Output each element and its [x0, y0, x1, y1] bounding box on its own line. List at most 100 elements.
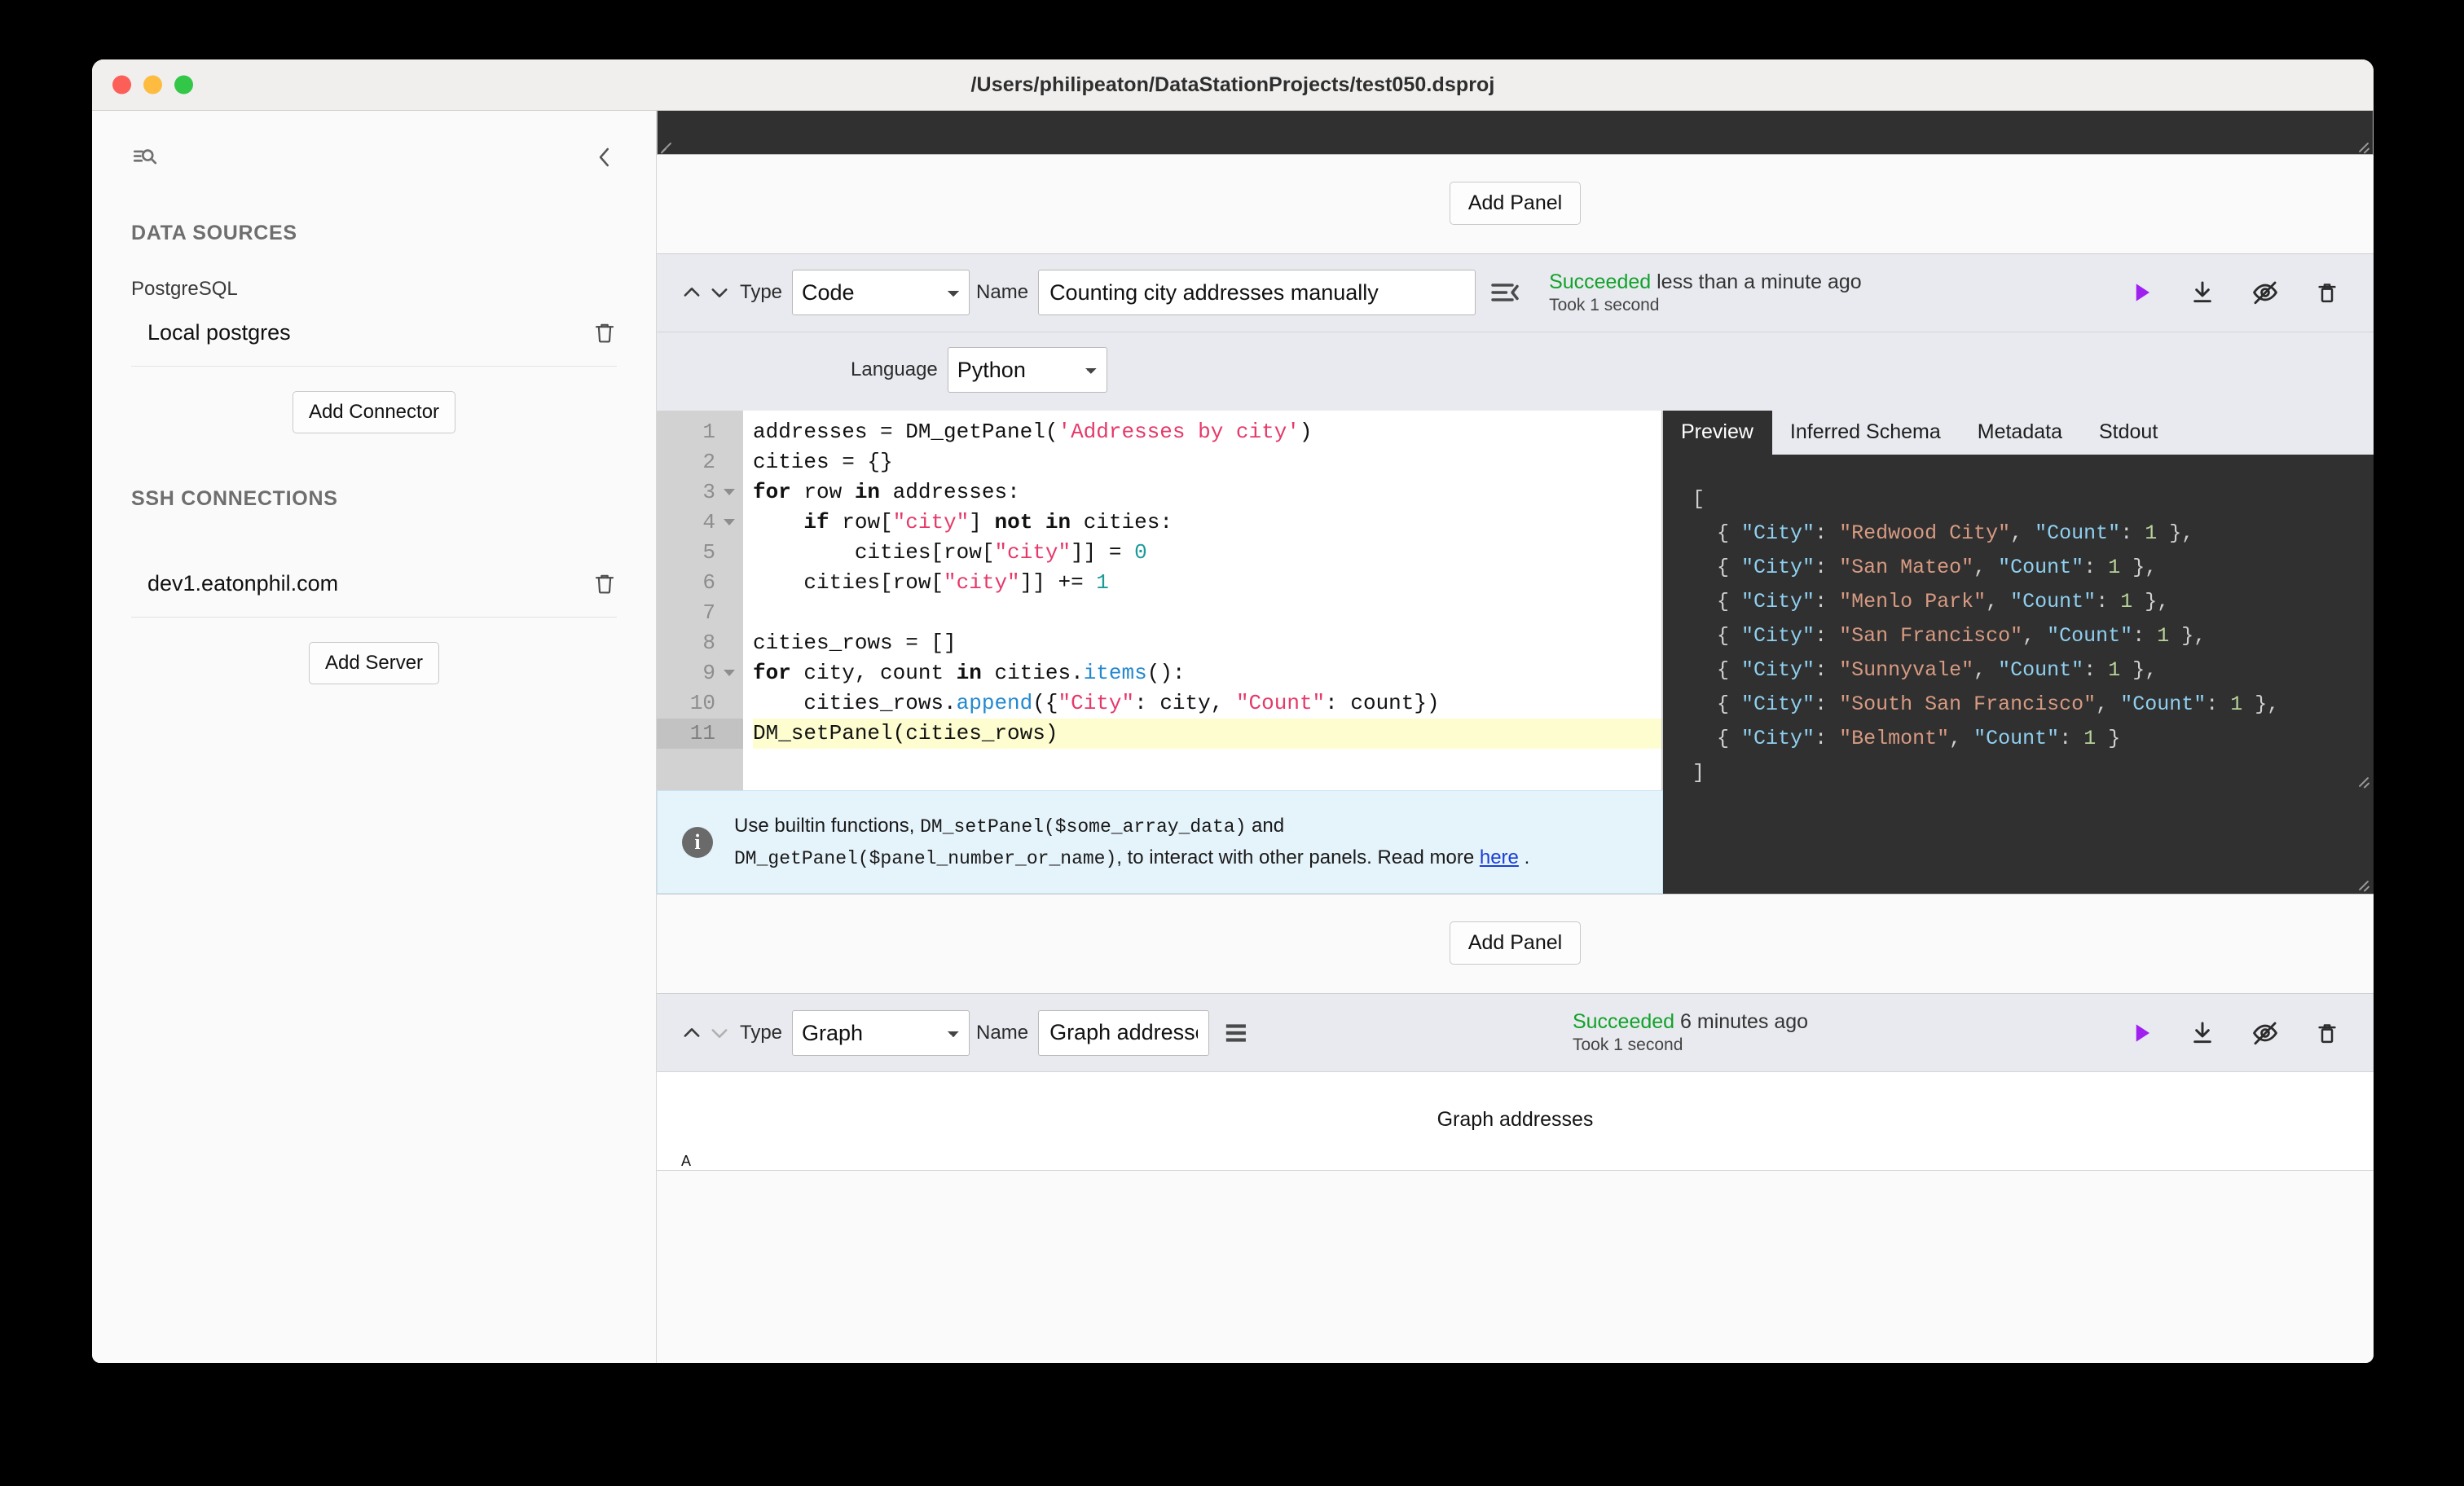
info-text: Use builtin functions, DM_setPanel($some… — [734, 811, 1529, 873]
tab-preview[interactable]: Preview — [1663, 410, 1772, 455]
eye-off-icon[interactable] — [2251, 279, 2279, 306]
status-badge: Succeeded — [1549, 270, 1652, 293]
panel-language-row: Language PythonJavaScriptRubyRJuliaSQL — [657, 332, 2374, 411]
info-mid: and — [1246, 814, 1285, 837]
add-server-wrap: Add Server — [131, 642, 617, 684]
traffic-lights — [112, 75, 193, 95]
window-body: DATA SOURCES PostgreSQL Local postgres A… — [92, 111, 2374, 1363]
eye-off-icon[interactable] — [2251, 1019, 2279, 1047]
trash-icon[interactable] — [2315, 1019, 2339, 1047]
tab-inferred-schema[interactable]: Inferred Schema — [1772, 411, 1960, 455]
add-panel-button[interactable]: Add Panel — [1449, 921, 1582, 965]
sidebar-item-dev1-eatonphil-com[interactable]: dev1.eatonphil.com — [131, 552, 617, 618]
window-titlebar: /Users/philipeaton/DataStationProjects/t… — [92, 59, 2374, 111]
chart-y-tick: A — [681, 1153, 692, 1170]
minimize-button[interactable] — [143, 75, 162, 95]
code-line: addresses = DM_getPanel('Addresses by ci… — [753, 419, 1313, 444]
result-tabs: Preview Inferred Schema Metadata Stdout — [1663, 410, 2374, 455]
graph-output: Graph addresses A — [657, 1072, 2374, 1171]
chevron-left-icon[interactable] — [592, 143, 617, 171]
line-number: 8 — [702, 630, 715, 655]
code-line: for city, count in cities.items(): — [753, 660, 1186, 685]
maximize-button[interactable] — [174, 75, 193, 95]
language-select[interactable]: PythonJavaScriptRubyRJuliaSQL — [947, 346, 1107, 393]
play-icon[interactable] — [2129, 1019, 2154, 1047]
panel-options-icon[interactable] — [1490, 280, 1520, 305]
code-line: for row in addresses: — [753, 479, 1020, 504]
info-prefix: Use builtin functions, — [734, 814, 921, 837]
chart-title: Graph addresses — [1437, 1108, 1594, 1132]
panel-name-input[interactable] — [1038, 270, 1476, 316]
ssh-connection-name: dev1.eatonphil.com — [147, 570, 339, 596]
panel-type-label: Type — [740, 1021, 783, 1044]
status-duration: Took 1 second — [1572, 1035, 1683, 1055]
code-line: cities[row["city"]] = 0 — [753, 539, 1147, 565]
resize-grip-left[interactable] — [660, 139, 673, 154]
move-panel-up-icon[interactable] — [678, 1019, 706, 1047]
resize-grip-panel[interactable] — [2357, 877, 2370, 893]
filter-search-icon[interactable] — [131, 143, 159, 171]
panel-code: Type CodeGraphTableDatabaseHTTPFileLiter… — [657, 253, 2374, 895]
status-time: less than a minute ago — [1657, 270, 1862, 293]
code-line: cities[row["city"]] += 1 — [753, 569, 1109, 595]
move-panel-down-icon[interactable] — [706, 279, 733, 306]
panel-header: Type CodeGraphTableDatabaseHTTPFileLiter… — [657, 254, 2374, 332]
add-connector-button[interactable]: Add Connector — [292, 391, 456, 433]
trash-icon[interactable] — [2315, 279, 2339, 306]
preview-content: [ { "City": "Redwood City", "Count": 1 }… — [1692, 486, 2280, 785]
panel-type-select[interactable]: CodeGraphTableDatabaseHTTPFileLiteralFil… — [792, 270, 970, 316]
editor-gutter: 1 2 3 4 5 6 7 8 9 10 11 — [657, 410, 743, 790]
fold-arrow-icon[interactable] — [724, 518, 735, 525]
panel-status: Succeeded less than a minute ago Took 1 … — [1549, 269, 1862, 317]
fold-arrow-icon[interactable] — [724, 488, 735, 495]
sidebar-section-ssh-connections-header: SSH CONNECTIONS — [131, 487, 338, 510]
info-link-here[interactable]: here — [1480, 846, 1519, 868]
trash-icon[interactable] — [592, 569, 617, 597]
panel-header: Type GraphCodeTableDatabaseHTTPFileLiter… — [657, 994, 2374, 1073]
panel-name-input[interactable] — [1038, 1009, 1210, 1056]
play-icon[interactable] — [2129, 279, 2154, 306]
code-editor[interactable]: 1 2 3 4 5 6 7 8 9 10 11 addresses = DM_getPanel('A… — [657, 410, 1663, 790]
status-badge: Succeeded — [1572, 1010, 1675, 1034]
panel-name-label: Name — [976, 1021, 1029, 1044]
download-icon[interactable] — [2189, 279, 2215, 306]
sidebar-toolbar — [131, 111, 617, 192]
panel-type-label: Type — [740, 281, 783, 304]
line-number: 4 — [657, 508, 743, 538]
resize-grip-results[interactable] — [2357, 774, 2370, 789]
trash-icon[interactable] — [592, 319, 617, 346]
tab-metadata[interactable]: Metadata — [1960, 411, 2081, 455]
line-number: 1 — [702, 419, 715, 444]
line-number: 3 — [657, 477, 743, 508]
panel-actions — [2129, 1019, 2344, 1047]
line-number: 5 — [702, 539, 715, 565]
add-panel-button[interactable]: Add Panel — [1449, 182, 1582, 225]
sidebar-item-local-postgres[interactable]: Local postgres — [131, 301, 617, 367]
move-panel-down-icon[interactable] — [706, 1019, 733, 1047]
panel-type-select[interactable]: GraphCodeTableDatabaseHTTPFileLiteral — [792, 1009, 970, 1056]
tab-stdout[interactable]: Stdout — [2081, 411, 2176, 455]
status-time: 6 minutes ago — [1680, 1010, 1809, 1034]
code-line: cities_rows = [] — [753, 630, 957, 655]
sidebar-section-data-sources-header: DATA SOURCES — [131, 222, 297, 244]
panel-actions — [2129, 279, 2344, 306]
download-icon[interactable] — [2189, 1019, 2215, 1047]
fold-arrow-icon[interactable] — [724, 669, 735, 676]
move-panel-up-icon[interactable] — [678, 279, 706, 306]
add-server-button[interactable]: Add Server — [308, 642, 440, 684]
panel-status: Succeeded 6 minutes ago Took 1 second — [1573, 1009, 1808, 1057]
sidebar-group-postgresql: PostgreSQL — [131, 278, 238, 300]
line-number: 6 — [702, 569, 715, 595]
results-footer-filler — [1663, 789, 2374, 895]
editor-code[interactable]: addresses = DM_getPanel('Addresses by ci… — [743, 411, 1661, 790]
resize-grip-right[interactable] — [2357, 139, 2370, 154]
close-button[interactable] — [112, 75, 131, 95]
hamburger-icon[interactable] — [1224, 1021, 1252, 1045]
info-icon: i — [682, 826, 713, 858]
panel-graph: Type GraphCodeTableDatabaseHTTPFileLiter… — [657, 993, 2374, 1172]
results-pane: Preview Inferred Schema Metadata Stdout [ {… — [1663, 410, 2374, 790]
previous-panel-partial — [657, 111, 2374, 155]
data-source-name: Local postgres — [147, 319, 291, 345]
line-number: 10 — [689, 690, 715, 715]
